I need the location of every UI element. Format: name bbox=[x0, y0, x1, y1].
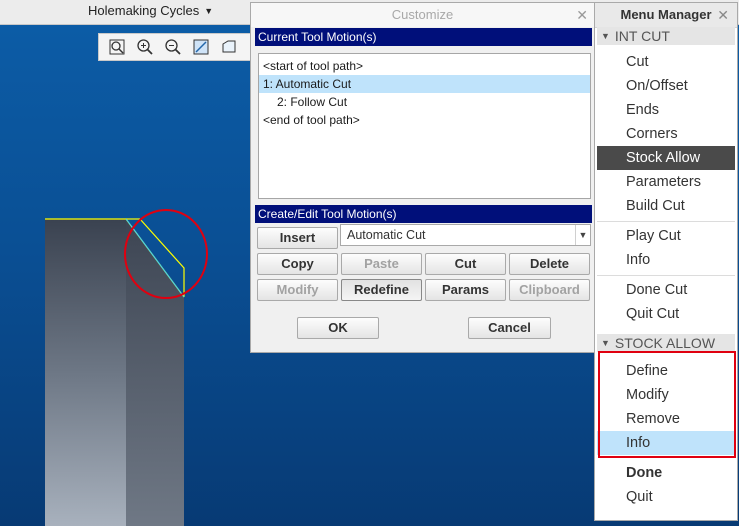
menu-manager-title-bar: Menu Manager ✕ bbox=[595, 3, 737, 28]
zoom-out-icon[interactable] bbox=[161, 36, 185, 58]
clipboard-button[interactable]: Clipboard bbox=[509, 279, 590, 301]
annotation-highlight-box bbox=[598, 351, 736, 458]
chevron-down-icon[interactable]: ▼ bbox=[575, 225, 590, 245]
chevron-down-icon: ▼ bbox=[204, 6, 214, 16]
insert-button[interactable]: Insert bbox=[257, 227, 338, 249]
menu-item-quit-cut[interactable]: Quit Cut bbox=[597, 302, 735, 326]
ok-button[interactable]: OK bbox=[297, 317, 379, 339]
cancel-button[interactable]: Cancel bbox=[468, 317, 551, 339]
current-tool-motion-header: Current Tool Motion(s) bbox=[255, 28, 592, 46]
menu-manager-title: Menu Manager bbox=[620, 7, 712, 22]
list-item[interactable]: <start of tool path> bbox=[259, 57, 590, 75]
create-edit-motion-header: Create/Edit Tool Motion(s) bbox=[255, 205, 592, 223]
list-item[interactable]: 2: Follow Cut bbox=[259, 93, 590, 111]
triangle-down-icon: ▼ bbox=[601, 338, 610, 348]
modify-button[interactable]: Modify bbox=[257, 279, 338, 301]
list-item-selected[interactable]: 1: Automatic Cut bbox=[259, 75, 590, 93]
copy-button[interactable]: Copy bbox=[257, 253, 338, 275]
tool-path-list[interactable]: <start of tool path> 1: Automatic Cut 2:… bbox=[258, 53, 591, 199]
menu-item-corners[interactable]: Corners bbox=[597, 122, 735, 146]
menu-divider bbox=[597, 275, 735, 276]
part-model bbox=[45, 209, 208, 526]
menu-item-info[interactable]: Info bbox=[597, 248, 735, 272]
refit-icon[interactable] bbox=[189, 36, 213, 58]
menu-item-parameters[interactable]: Parameters bbox=[597, 170, 735, 194]
paste-button[interactable]: Paste bbox=[341, 253, 422, 275]
menu-item-build-cut[interactable]: Build Cut bbox=[597, 194, 735, 218]
menu-item-on-offset[interactable]: On/Offset bbox=[597, 74, 735, 98]
delete-button[interactable]: Delete bbox=[509, 253, 590, 275]
menu-divider bbox=[597, 221, 735, 222]
zoom-in-icon[interactable] bbox=[133, 36, 157, 58]
menu-item-ends[interactable]: Ends bbox=[597, 98, 735, 122]
cut-button[interactable]: Cut bbox=[425, 253, 506, 275]
triangle-down-icon: ▼ bbox=[601, 31, 610, 41]
menu-item-done-cut[interactable]: Done Cut bbox=[597, 278, 735, 302]
menu-item-play-cut[interactable]: Play Cut bbox=[597, 224, 735, 248]
zoom-window-icon[interactable] bbox=[105, 36, 129, 58]
menu-item-done[interactable]: Done bbox=[597, 461, 735, 485]
motion-type-select[interactable]: Automatic Cut ▼ bbox=[340, 224, 591, 246]
list-item[interactable]: <end of tool path> bbox=[259, 111, 590, 129]
dialog-title-bar: Customize ✕ bbox=[251, 3, 594, 27]
motion-type-value: Automatic Cut bbox=[347, 228, 426, 242]
redefine-button[interactable]: Redefine bbox=[341, 279, 422, 301]
close-icon[interactable]: ✕ bbox=[576, 3, 588, 27]
menu-section-int-cut[interactable]: ▼ INT CUT bbox=[597, 27, 735, 45]
menu-item-cut[interactable]: Cut bbox=[597, 50, 735, 74]
menu-item-stock-allow[interactable]: Stock Allow bbox=[597, 146, 735, 170]
dialog-title: Customize bbox=[391, 7, 454, 22]
view-orientation-icon[interactable] bbox=[217, 36, 241, 58]
menu-item-quit[interactable]: Quit bbox=[597, 485, 735, 509]
view-toolbar bbox=[98, 33, 258, 61]
menu-section-stock-allow[interactable]: ▼ STOCK ALLOW bbox=[597, 334, 735, 352]
params-button[interactable]: Params bbox=[425, 279, 506, 301]
close-icon[interactable]: ✕ bbox=[717, 3, 729, 27]
holemaking-cycles-menu[interactable]: Holemaking Cycles ▼ bbox=[88, 3, 213, 18]
